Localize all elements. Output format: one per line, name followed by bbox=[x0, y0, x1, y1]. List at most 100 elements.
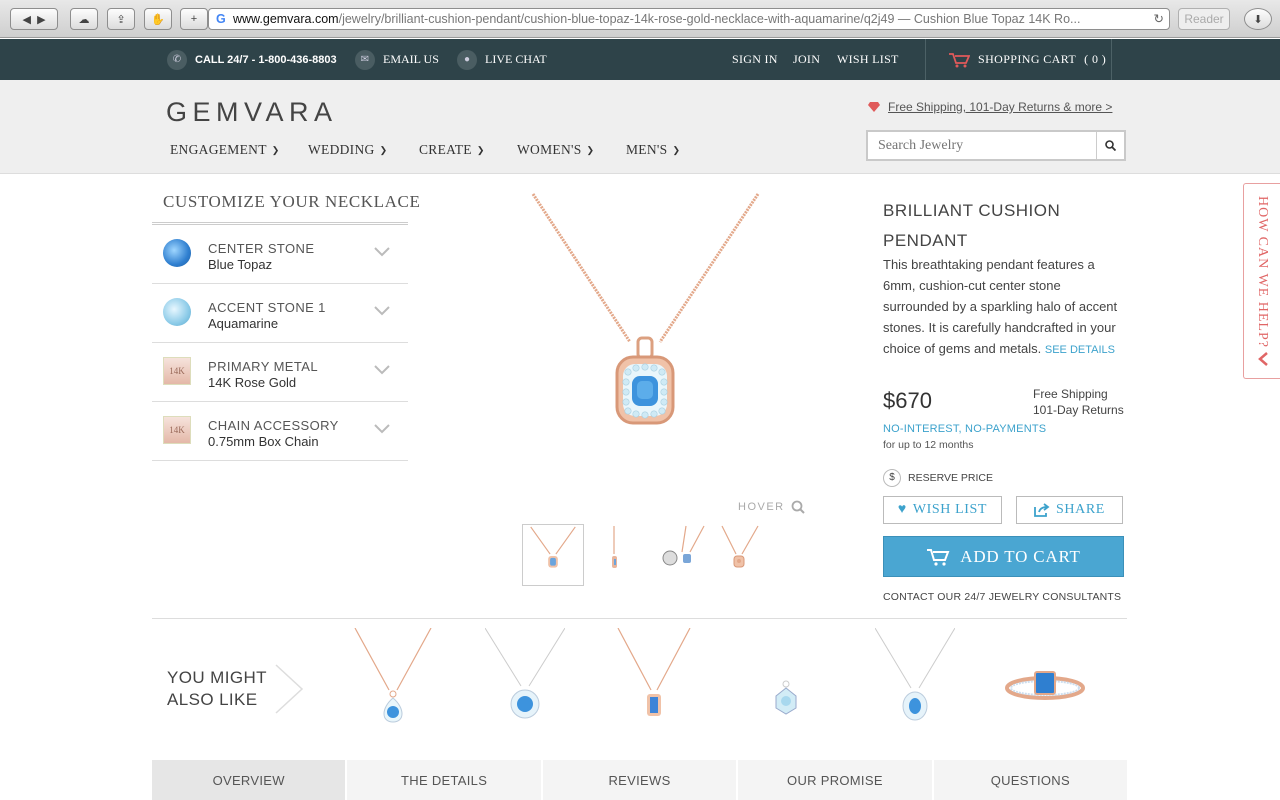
phone-icon: ✆ bbox=[167, 49, 187, 70]
product-image[interactable] bbox=[520, 192, 770, 472]
option-label: CENTER STONE bbox=[208, 241, 315, 256]
recommended-item[interactable] bbox=[485, 628, 565, 724]
recommended-item[interactable] bbox=[746, 628, 826, 724]
call-link[interactable]: ✆ CALL 24/7 - 1-800-436-8803 bbox=[167, 39, 337, 80]
back-forward-buttons[interactable]: ◀ ▶ bbox=[10, 8, 58, 30]
nav-wedding[interactable]: WEDDING ❯ bbox=[308, 142, 387, 158]
thumbnail-box[interactable] bbox=[646, 524, 708, 586]
reader-button[interactable]: Reader bbox=[1178, 8, 1230, 30]
chevron-down-icon: ❯ bbox=[271, 145, 280, 155]
title-line-1: YOU MIGHT bbox=[167, 668, 267, 687]
new-tab-button[interactable]: + bbox=[180, 8, 208, 30]
cart-icon bbox=[927, 548, 950, 566]
nav-mens[interactable]: MEN'S ❯ bbox=[626, 142, 680, 158]
reserve-price-link[interactable]: $ RESERVE PRICE bbox=[883, 469, 993, 487]
email-link[interactable]: ✉ EMAIL US bbox=[355, 39, 439, 80]
option-chain[interactable]: 14K CHAIN ACCESSORY 0.75mm Box Chain bbox=[152, 402, 408, 461]
share-icon[interactable]: ⇪ bbox=[107, 8, 135, 30]
recommended-item[interactable] bbox=[614, 628, 694, 724]
dollar-icon: $ bbox=[883, 469, 901, 487]
reserve-label: RESERVE PRICE bbox=[908, 472, 993, 484]
chevron-down-icon: ❯ bbox=[476, 145, 485, 155]
option-label: CHAIN ACCESSORY bbox=[208, 418, 339, 433]
chat-label: LIVE CHAT bbox=[485, 52, 547, 66]
description-text: This breathtaking pendant features a 6mm… bbox=[883, 257, 1118, 356]
product-title: BRILLIANT CUSHION PENDANT bbox=[883, 201, 1061, 250]
search-icon bbox=[1105, 140, 1116, 151]
hover-label: HOVER bbox=[738, 501, 785, 513]
email-label: EMAIL US bbox=[383, 52, 439, 66]
tab-overview[interactable]: OVERVIEW bbox=[152, 760, 346, 800]
join-link[interactable]: JOIN bbox=[793, 39, 820, 80]
shopping-cart-link[interactable]: SHOPPING CART ( 0 ) bbox=[925, 39, 1112, 80]
divider bbox=[152, 618, 1127, 619]
nav-label: CREATE bbox=[419, 142, 472, 157]
help-tab[interactable]: HOW CAN WE HELP? bbox=[1243, 183, 1280, 379]
hand-icon[interactable]: ✋ bbox=[144, 8, 172, 30]
promo-link[interactable]: Free Shipping, 101-Day Returns & more > bbox=[868, 100, 1112, 114]
cart-count: ( 0 ) bbox=[1084, 52, 1107, 66]
gemvara-logo[interactable]: GEMVARA bbox=[166, 97, 338, 128]
tab-questions[interactable]: QUESTIONS bbox=[933, 760, 1128, 800]
search-input[interactable] bbox=[868, 132, 1096, 159]
back-icon[interactable]: ◀ bbox=[22, 13, 30, 26]
thumbnail-side[interactable] bbox=[584, 524, 646, 586]
search-button[interactable] bbox=[1096, 132, 1124, 159]
chevron-down-icon bbox=[374, 365, 390, 375]
address-bar[interactable]: G www.gemvara.com/jewelry/brilliant-cush… bbox=[208, 8, 1170, 30]
chevron-down-icon bbox=[374, 247, 390, 257]
wish-list-link[interactable]: WISH LIST bbox=[837, 39, 899, 80]
product-tabs: OVERVIEW THE DETAILS REVIEWS OUR PROMISE… bbox=[152, 760, 1128, 800]
forward-icon[interactable]: ▶ bbox=[37, 13, 45, 26]
thumbnail-front[interactable] bbox=[522, 524, 584, 586]
chevron-right-icon bbox=[275, 664, 304, 714]
cloud-icon[interactable]: ☁ bbox=[70, 8, 98, 30]
url-path: /jewelry/brilliant-cushion-pendant/cushi… bbox=[338, 12, 895, 26]
aquamarine-swatch bbox=[163, 298, 191, 326]
chevron-left-icon bbox=[1258, 352, 1268, 366]
wish-list-button[interactable]: ♥ WISH LIST bbox=[883, 496, 1002, 524]
shipping-info: Free Shipping 101-Day Returns bbox=[1033, 386, 1124, 418]
option-value: Aquamarine bbox=[208, 316, 279, 331]
chevron-down-icon: ❯ bbox=[586, 145, 595, 155]
recommended-item[interactable] bbox=[875, 628, 955, 724]
download-icon[interactable]: ⬇ bbox=[1244, 8, 1272, 30]
chevron-down-icon: ❯ bbox=[379, 145, 388, 155]
add-to-cart-button[interactable]: ADD TO CART bbox=[883, 536, 1124, 577]
site-favicon-icon: G bbox=[216, 12, 226, 26]
option-primary-metal[interactable]: 14K PRIMARY METAL 14K Rose Gold bbox=[152, 343, 408, 402]
hover-zoom-hint: HOVER bbox=[738, 500, 805, 514]
chevron-down-icon bbox=[374, 424, 390, 434]
sign-in-link[interactable]: SIGN IN bbox=[732, 39, 778, 80]
returns-policy: 101-Day Returns bbox=[1033, 403, 1124, 417]
contact-consultants-link[interactable]: CONTACT OUR 24/7 JEWELRY CONSULTANTS bbox=[883, 591, 1121, 603]
tab-our-promise[interactable]: OUR PROMISE bbox=[738, 760, 932, 800]
nav-label: MEN'S bbox=[626, 142, 668, 157]
nav-womens[interactable]: WOMEN'S ❯ bbox=[517, 142, 594, 158]
help-label: HOW CAN WE HELP? bbox=[1255, 196, 1270, 348]
heart-icon: ♥ bbox=[897, 502, 907, 517]
share-button[interactable]: SHARE bbox=[1016, 496, 1123, 524]
gem-icon bbox=[868, 102, 880, 112]
option-value: Blue Topaz bbox=[208, 257, 273, 272]
free-shipping: Free Shipping bbox=[1033, 387, 1108, 401]
option-center-stone[interactable]: CENTER STONE Blue Topaz bbox=[152, 225, 408, 284]
option-accent-stone[interactable]: ACCENT STONE 1 Aquamarine bbox=[152, 284, 408, 343]
see-details-link[interactable]: SEE DETAILS bbox=[1045, 344, 1115, 356]
reload-icon[interactable]: ↻ bbox=[1149, 9, 1164, 29]
tab-details[interactable]: THE DETAILS bbox=[347, 760, 541, 800]
recommended-item[interactable] bbox=[353, 628, 433, 724]
promo-text: Free Shipping, 101-Day Returns & more > bbox=[888, 100, 1113, 114]
blue-topaz-swatch bbox=[163, 239, 191, 267]
financing-link[interactable]: NO-INTEREST, NO-PAYMENTS bbox=[883, 423, 1046, 435]
recommended-item[interactable] bbox=[1005, 628, 1085, 724]
thumbnail-back[interactable] bbox=[708, 524, 770, 586]
cart-label: SHOPPING CART bbox=[978, 52, 1077, 66]
nav-label: WOMEN'S bbox=[517, 142, 582, 157]
tab-reviews[interactable]: REVIEWS bbox=[542, 760, 737, 800]
nav-engagement[interactable]: ENGAGEMENT ❯ bbox=[170, 142, 280, 158]
nav-create[interactable]: CREATE ❯ bbox=[419, 142, 485, 158]
chat-link[interactable]: ● LIVE CHAT bbox=[457, 39, 547, 80]
financing-term: for up to 12 months bbox=[883, 439, 974, 451]
title-line-2: ALSO LIKE bbox=[167, 690, 258, 709]
